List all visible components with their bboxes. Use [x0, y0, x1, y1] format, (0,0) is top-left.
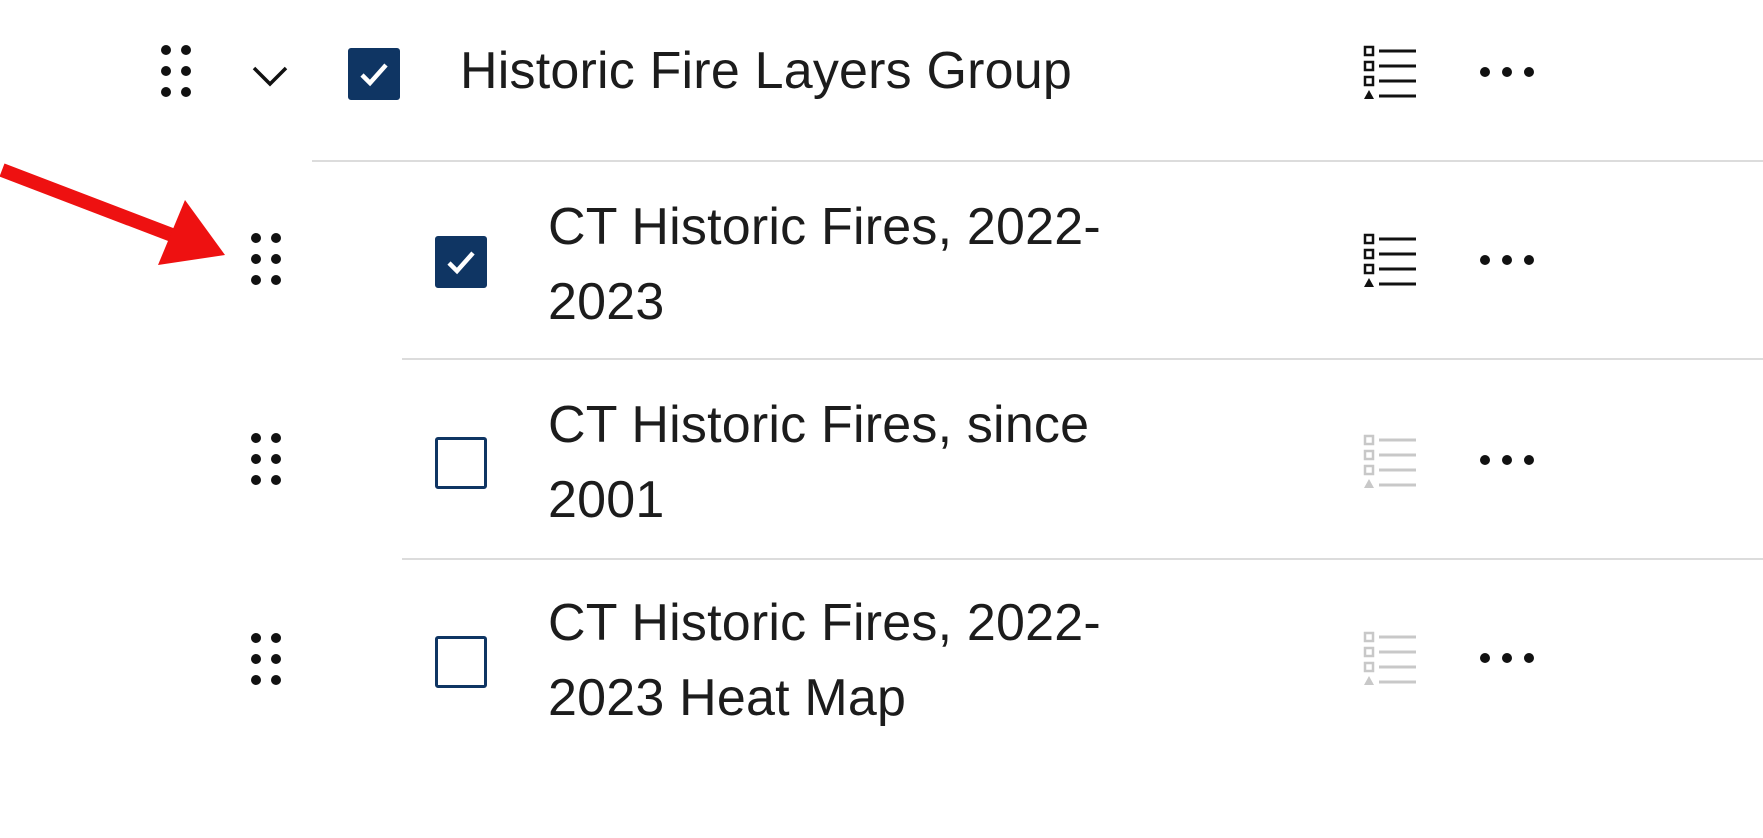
layer-title: CT Historic Fires, 2022-2023 Heat Map [548, 594, 1101, 727]
group-legend-icon[interactable] [1362, 44, 1418, 104]
group-more-options-icon[interactable] [1478, 62, 1538, 82]
layer-legend-icon-disabled [1362, 630, 1418, 690]
layer-visibility-checkbox[interactable] [435, 437, 487, 489]
layer-more-options-icon[interactable] [1478, 648, 1538, 668]
group-title: Historic Fire Layers Group [460, 42, 1073, 100]
group-drag-handle-icon[interactable] [160, 44, 200, 104]
layer-drag-handle-icon[interactable] [250, 232, 290, 292]
layer-title: CT Historic Fires, 2022-2023 [548, 198, 1101, 331]
layer-title: CT Historic Fires, since 2001 [548, 396, 1090, 529]
layer-more-options-icon[interactable] [1478, 250, 1538, 270]
annotation-arrow [0, 150, 240, 270]
divider [312, 160, 1763, 162]
layer-more-options-icon[interactable] [1478, 450, 1538, 470]
check-icon [447, 251, 475, 275]
layer-legend-icon-disabled [1362, 433, 1418, 493]
chevron-down-icon[interactable] [250, 62, 290, 92]
check-icon [360, 63, 388, 87]
layer-drag-handle-icon[interactable] [250, 632, 290, 692]
layer-visibility-checkbox[interactable] [435, 636, 487, 688]
layer-visibility-checkbox[interactable] [435, 236, 487, 288]
layer-legend-icon[interactable] [1362, 232, 1418, 292]
group-visibility-checkbox[interactable] [348, 48, 400, 100]
layer-drag-handle-icon[interactable] [250, 432, 290, 492]
divider [402, 358, 1763, 360]
divider [402, 558, 1763, 560]
